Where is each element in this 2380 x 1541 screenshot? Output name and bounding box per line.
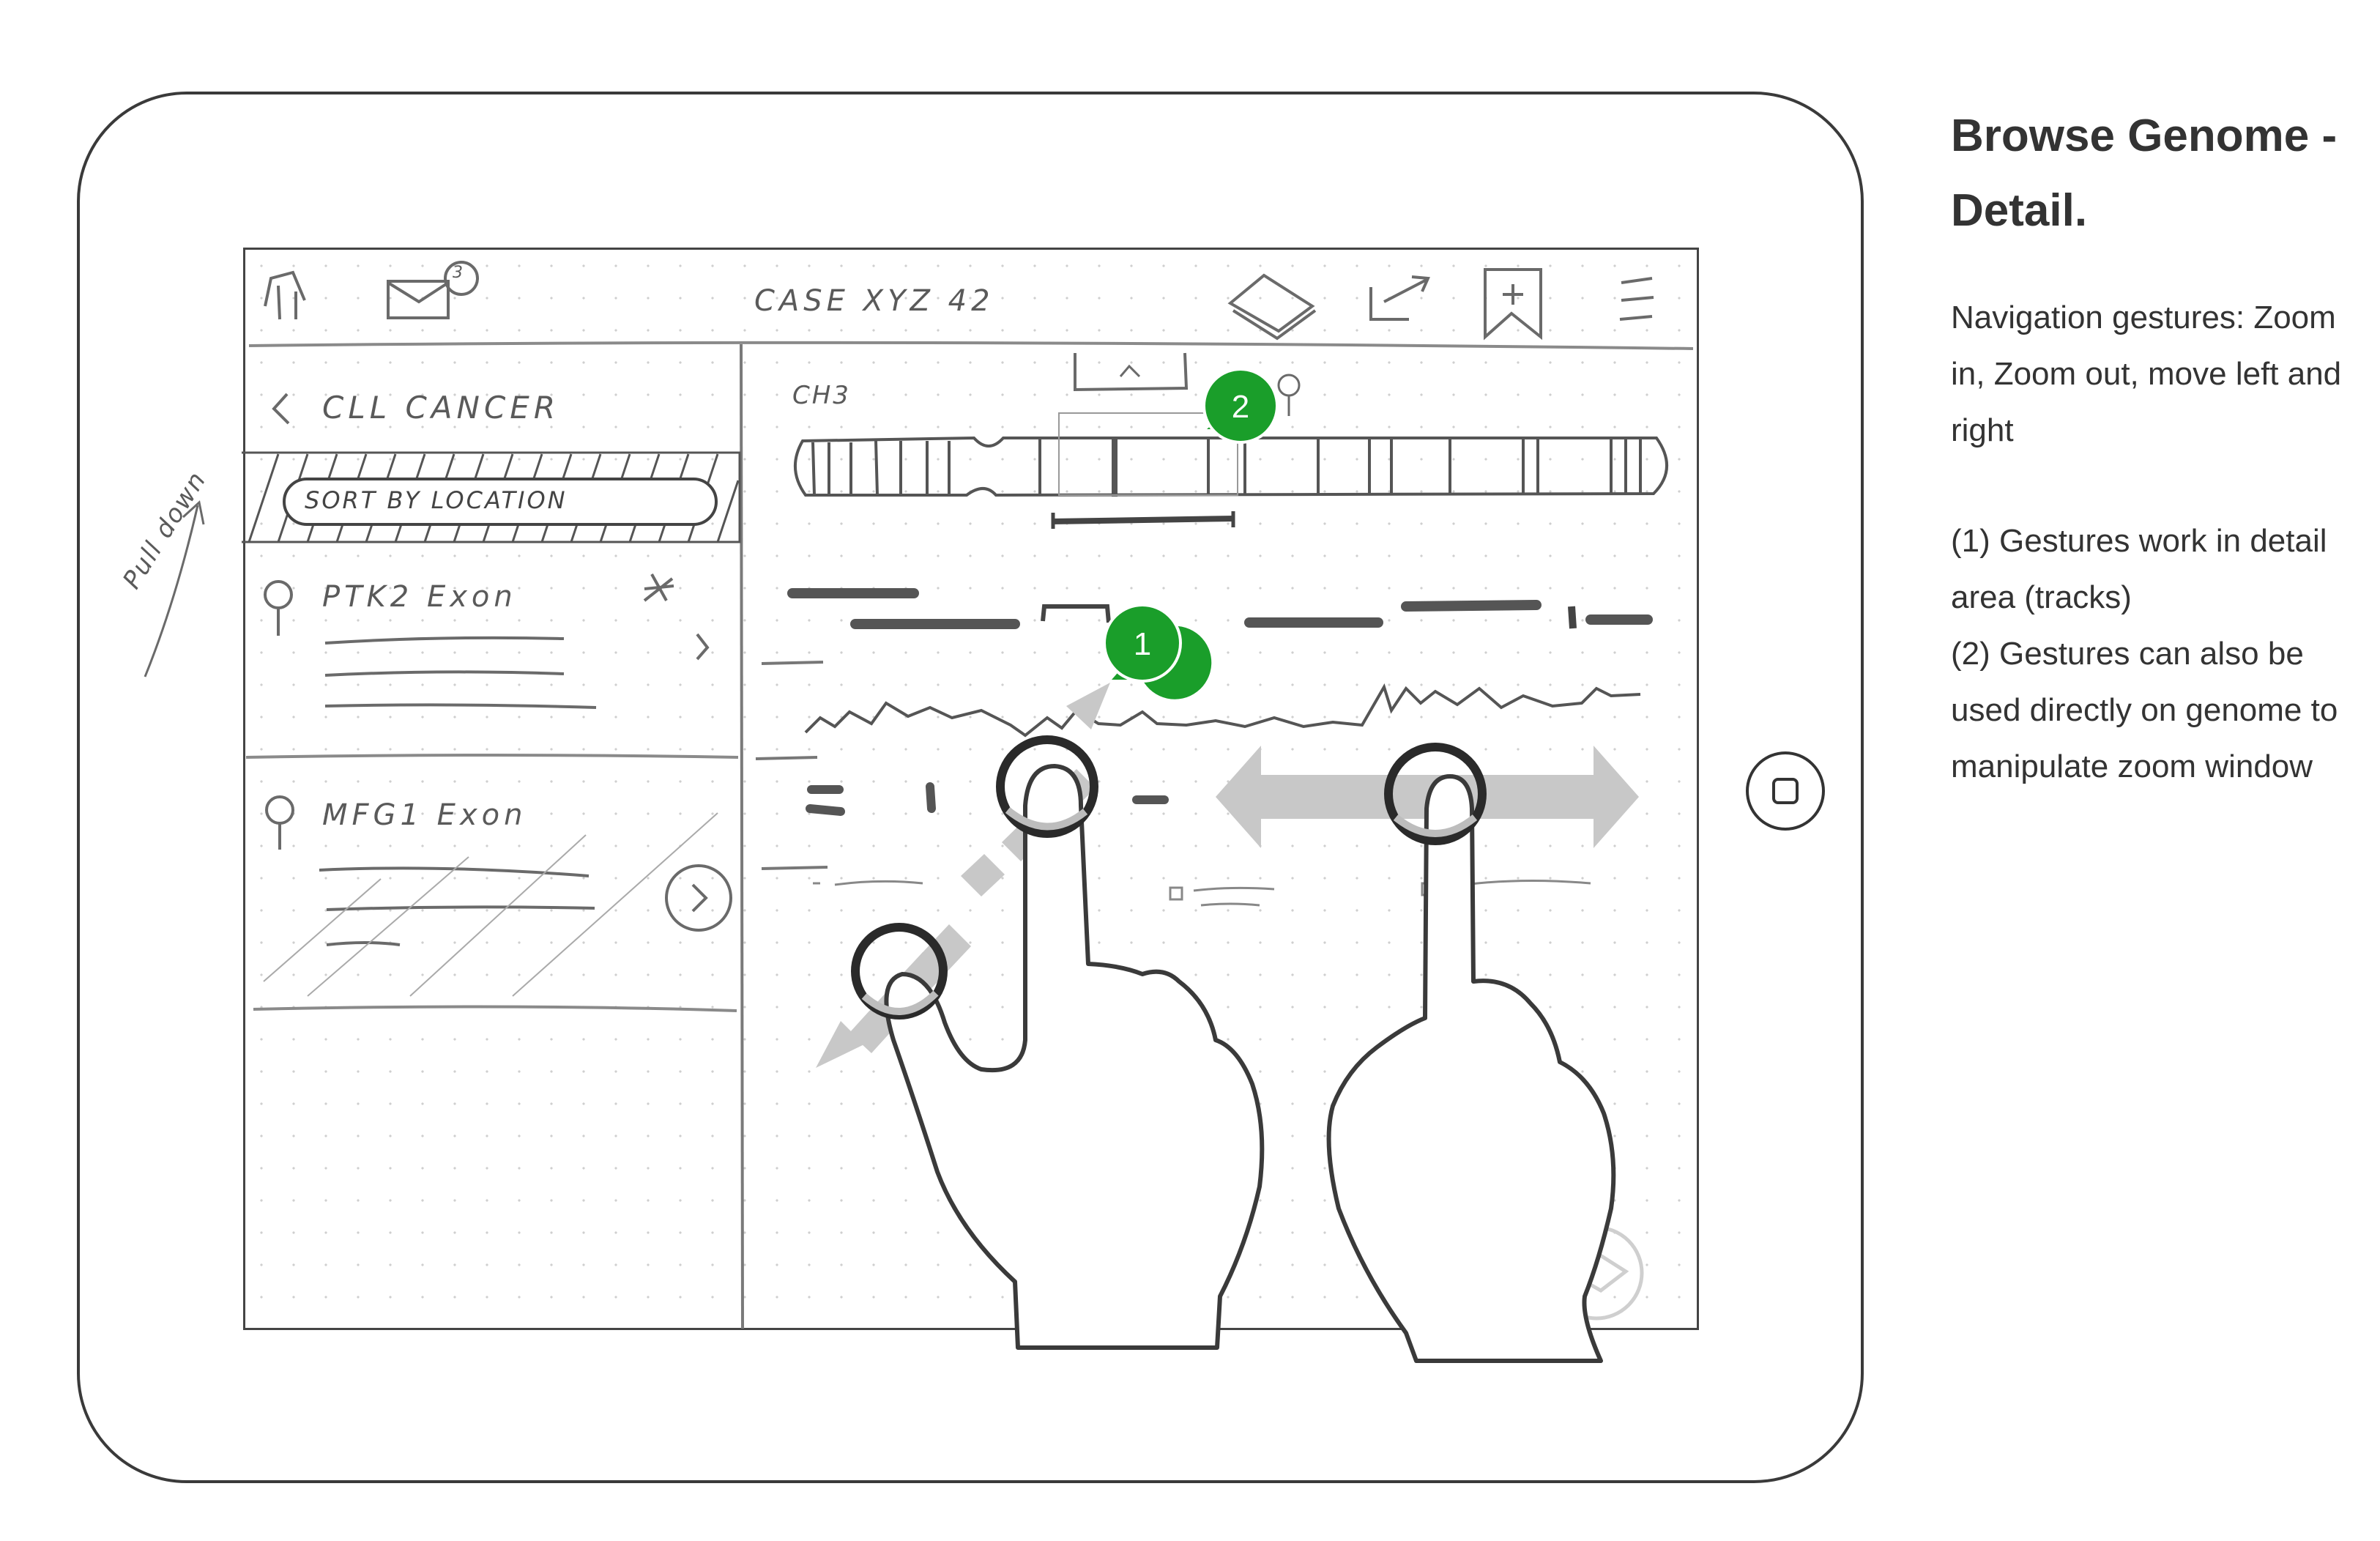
list-item-label-2[interactable]: MFG1 Exon bbox=[322, 798, 527, 832]
mail-icon[interactable] bbox=[387, 261, 479, 319]
share-icon[interactable] bbox=[1369, 275, 1430, 321]
hand-right bbox=[1326, 774, 1616, 1363]
callout-2: 2 bbox=[1202, 368, 1279, 444]
callout-1: 1 bbox=[1103, 604, 1212, 699]
header-divider bbox=[248, 341, 1694, 350]
note-line: manipulate zoom window bbox=[1951, 749, 2313, 784]
bookmark-add-icon[interactable] bbox=[1484, 268, 1542, 341]
callout-1-label: 1 bbox=[1134, 626, 1151, 662]
chromosome[interactable] bbox=[794, 436, 1668, 497]
feature-blobs bbox=[806, 782, 1169, 816]
pin-icon bbox=[1277, 374, 1301, 416]
page-title: Browse Genome - Detail. bbox=[1951, 99, 2361, 248]
sidebar-divider bbox=[740, 344, 744, 1329]
note-line: (1) Gestures work in detail bbox=[1951, 523, 2327, 559]
note-line: (2) Gestures can also be bbox=[1951, 636, 2304, 672]
track-bars bbox=[787, 588, 1653, 629]
header-title: CASE XYZ 42 bbox=[754, 284, 994, 318]
zoom-range-bar[interactable] bbox=[1051, 516, 1235, 524]
back-label[interactable]: CLL CANCER bbox=[322, 390, 559, 426]
sort-label[interactable]: SORT BY LOCATION bbox=[305, 486, 568, 514]
title-line-2: Detail. bbox=[1951, 185, 2088, 236]
notes: (1) Gestures work in detail area (tracks… bbox=[1951, 513, 2338, 795]
description-line: right bbox=[1951, 412, 2014, 448]
back-chevron-icon[interactable] bbox=[272, 393, 290, 425]
star-icon bbox=[643, 573, 674, 602]
description: Navigation gestures: Zoom in, Zoom out, … bbox=[1951, 289, 2341, 458]
notebook-icon[interactable] bbox=[1227, 273, 1317, 341]
signal-track bbox=[804, 683, 1641, 738]
title-line-1: Browse Genome - bbox=[1951, 111, 2338, 161]
note-line: area (tracks) bbox=[1951, 579, 2132, 615]
home-icon[interactable] bbox=[264, 270, 306, 320]
callout-2-label: 2 bbox=[1232, 389, 1249, 425]
mail-badge: 3 bbox=[453, 264, 463, 282]
description-line: Navigation gestures: Zoom bbox=[1951, 300, 2336, 335]
hand-left bbox=[884, 764, 1265, 1350]
menu-icon[interactable] bbox=[1619, 277, 1654, 321]
list-item-label-1[interactable]: PTK2 Exon bbox=[322, 580, 517, 614]
chromosome-label: CH3 bbox=[792, 381, 851, 410]
note-line: used directly on genome to bbox=[1951, 692, 2338, 728]
description-line: in, Zoom out, move left and bbox=[1951, 356, 2342, 392]
chevron-circle-icon[interactable] bbox=[665, 864, 732, 932]
chevron-right-icon[interactable] bbox=[696, 633, 710, 661]
